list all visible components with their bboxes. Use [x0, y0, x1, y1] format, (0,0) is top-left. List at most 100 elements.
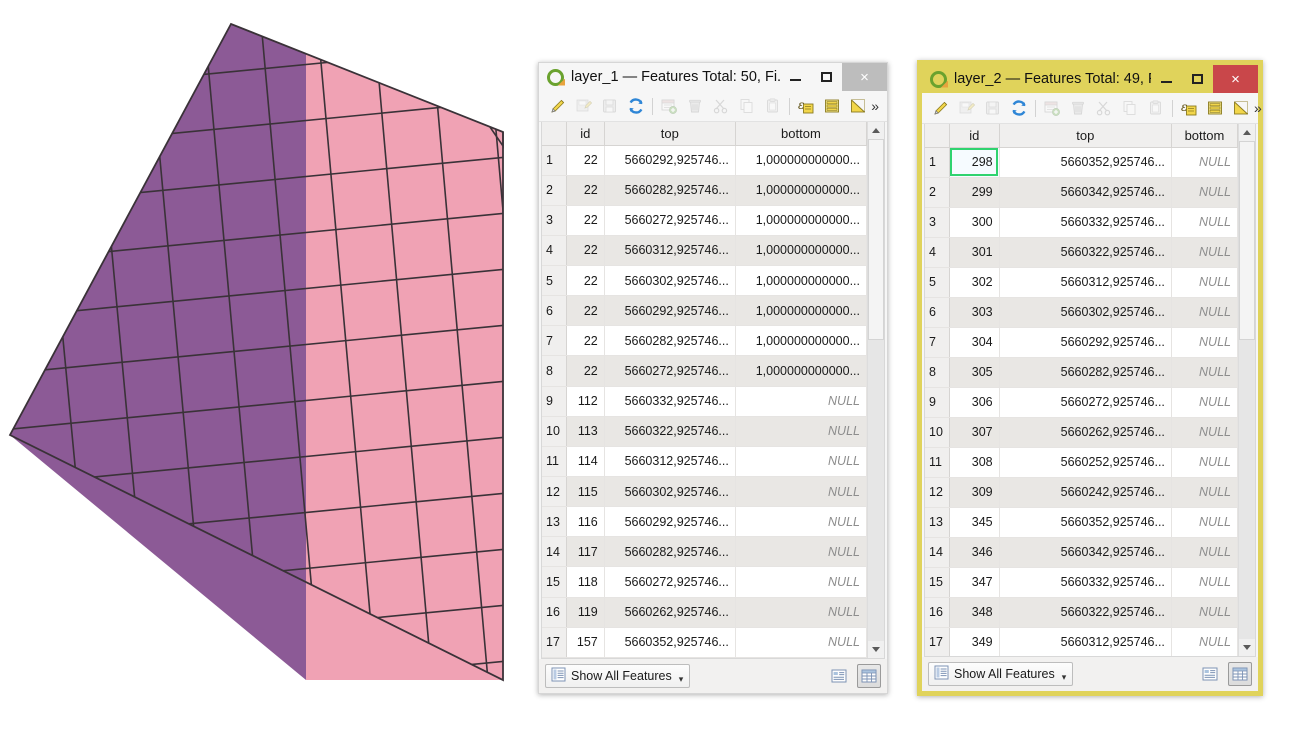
- reload-table-icon[interactable]: [1006, 96, 1032, 121]
- select-by-expression-icon[interactable]: ε: [1176, 96, 1202, 121]
- table-row[interactable]: 17 349 5660312,925746... NULL: [925, 627, 1239, 656]
- scrollbar-thumb[interactable]: [1239, 141, 1255, 341]
- cell-top[interactable]: 5660322,925746...: [999, 597, 1172, 628]
- toggle-editing-icon[interactable]: [928, 96, 954, 121]
- attribute-table-window-layer_1[interactable]: layer_1 — Features Total: 50, Fi... × ε …: [538, 62, 888, 694]
- cell-id[interactable]: 305: [949, 357, 1000, 388]
- cell-id[interactable]: 22: [566, 235, 605, 267]
- row-number[interactable]: 10: [542, 416, 567, 447]
- row-number[interactable]: 4: [925, 237, 950, 268]
- cell-top[interactable]: 5660352,925746...: [999, 147, 1172, 178]
- row-number[interactable]: 2: [542, 175, 567, 206]
- table-row[interactable]: 9 112 5660332,925746... NULL: [542, 386, 868, 417]
- cell-id[interactable]: 112: [566, 386, 605, 417]
- invert-selection-icon[interactable]: [845, 94, 871, 119]
- cell-bottom[interactable]: NULL: [1171, 147, 1239, 178]
- cell-id[interactable]: 345: [949, 507, 1000, 538]
- cell-bottom[interactable]: NULL: [1171, 267, 1239, 298]
- cell-bottom[interactable]: NULL: [1171, 597, 1239, 628]
- cell-bottom[interactable]: 1,000000000000...: [735, 265, 868, 297]
- cell-top[interactable]: 5660322,925746...: [999, 237, 1172, 268]
- row-number[interactable]: 11: [542, 446, 567, 478]
- row-number[interactable]: 9: [542, 386, 567, 417]
- maximize-button[interactable]: [811, 63, 842, 91]
- cell-top[interactable]: 5660262,925746...: [604, 597, 736, 628]
- cell-bottom[interactable]: NULL: [735, 536, 868, 568]
- attribute-table-area[interactable]: id top bottom 1 298 5660352,925746... NULL 2 299…: [924, 124, 1256, 657]
- cell-top[interactable]: 5660302,925746...: [604, 476, 736, 508]
- table-row[interactable]: 15 347 5660332,925746... NULL: [925, 567, 1239, 598]
- row-number[interactable]: 8: [542, 355, 567, 387]
- cell-id[interactable]: 300: [949, 207, 1000, 238]
- row-number[interactable]: 15: [925, 567, 950, 598]
- cell-bottom[interactable]: NULL: [1171, 297, 1239, 328]
- cell-bottom[interactable]: NULL: [735, 476, 868, 508]
- cell-bottom[interactable]: NULL: [1171, 627, 1239, 656]
- chevron-down-icon[interactable]: ▾: [679, 674, 684, 687]
- minimize-button[interactable]: [1151, 65, 1182, 93]
- cell-bottom[interactable]: NULL: [1171, 387, 1239, 418]
- cell-top[interactable]: 5660282,925746...: [604, 536, 736, 568]
- cell-bottom[interactable]: NULL: [1171, 237, 1239, 268]
- cell-bottom[interactable]: NULL: [1171, 207, 1239, 238]
- cell-bottom[interactable]: NULL: [1171, 417, 1239, 448]
- column-header-top[interactable]: top: [999, 124, 1172, 148]
- titlebar[interactable]: layer_1 — Features Total: 50, Fi... ×: [539, 63, 887, 91]
- table-row[interactable]: 10 113 5660322,925746... NULL: [542, 416, 868, 447]
- column-header-top[interactable]: top: [604, 122, 736, 146]
- row-number[interactable]: 1: [925, 147, 950, 178]
- toolbar-overflow-icon[interactable]: »: [1254, 100, 1266, 116]
- column-header-bottom[interactable]: bottom: [1171, 124, 1239, 148]
- cell-id[interactable]: 115: [566, 476, 605, 508]
- cell-id[interactable]: 308: [949, 447, 1000, 478]
- row-number[interactable]: 17: [925, 627, 950, 656]
- row-number[interactable]: 1: [542, 145, 567, 176]
- cell-top[interactable]: 5660342,925746...: [999, 177, 1172, 208]
- cell-bottom[interactable]: NULL: [1171, 507, 1239, 538]
- table-row[interactable]: 8 305 5660282,925746... NULL: [925, 357, 1239, 388]
- row-number[interactable]: 6: [542, 295, 567, 327]
- table-row[interactable]: 9 306 5660272,925746... NULL: [925, 387, 1239, 418]
- cell-bottom[interactable]: 1,000000000000...: [735, 205, 868, 236]
- cell-bottom[interactable]: NULL: [1171, 567, 1239, 598]
- cell-id[interactable]: 22: [566, 145, 605, 176]
- table-row[interactable]: 7 304 5660292,925746... NULL: [925, 327, 1239, 358]
- scrollbar-track[interactable]: [1239, 141, 1255, 639]
- cell-id[interactable]: 303: [949, 297, 1000, 328]
- vertical-scrollbar[interactable]: [1238, 124, 1255, 656]
- cell-top[interactable]: 5660252,925746...: [999, 447, 1172, 478]
- cell-bottom[interactable]: NULL: [735, 386, 868, 417]
- cell-bottom[interactable]: NULL: [1171, 177, 1239, 208]
- map-canvas[interactable]: [0, 0, 540, 710]
- row-number[interactable]: 4: [542, 235, 567, 267]
- cell-bottom[interactable]: NULL: [1171, 357, 1239, 388]
- cell-top[interactable]: 5660262,925746...: [999, 417, 1172, 448]
- cell-id[interactable]: 304: [949, 327, 1000, 358]
- cell-id[interactable]: 116: [566, 506, 605, 538]
- show-all-features-button[interactable]: Show All Features ▾: [928, 662, 1074, 686]
- cell-top[interactable]: 5660292,925746...: [604, 145, 736, 176]
- row-number[interactable]: 14: [542, 536, 567, 568]
- table-row[interactable]: 6 303 5660302,925746... NULL: [925, 297, 1239, 328]
- attribute-table[interactable]: id top bottom 1 298 5660352,925746... NULL 2 299…: [925, 124, 1239, 656]
- cell-top[interactable]: 5660292,925746...: [999, 327, 1172, 358]
- scroll-up-arrow[interactable]: [1239, 124, 1255, 141]
- row-number[interactable]: 5: [542, 265, 567, 297]
- cell-bottom[interactable]: NULL: [735, 416, 868, 447]
- scroll-down-arrow[interactable]: [868, 641, 884, 658]
- cell-bottom[interactable]: NULL: [735, 506, 868, 538]
- select-by-expression-icon[interactable]: ε: [793, 94, 819, 119]
- cell-id[interactable]: 22: [566, 205, 605, 236]
- table-row[interactable]: 14 346 5660342,925746... NULL: [925, 537, 1239, 568]
- cell-top[interactable]: 5660322,925746...: [604, 416, 736, 447]
- cell-top[interactable]: 5660282,925746...: [604, 175, 736, 206]
- close-button[interactable]: ×: [842, 63, 887, 91]
- close-button[interactable]: ×: [1213, 65, 1258, 93]
- table-row[interactable]: 14 117 5660282,925746... NULL: [542, 536, 868, 568]
- table-row[interactable]: 1 298 5660352,925746... NULL: [925, 147, 1239, 178]
- table-row[interactable]: 12 309 5660242,925746... NULL: [925, 477, 1239, 508]
- cell-top[interactable]: 5660272,925746...: [604, 355, 736, 387]
- cell-id[interactable]: 114: [566, 446, 605, 478]
- table-row[interactable]: 6 22 5660292,925746... 1,000000000000...: [542, 295, 868, 327]
- cell-top[interactable]: 5660272,925746...: [604, 205, 736, 236]
